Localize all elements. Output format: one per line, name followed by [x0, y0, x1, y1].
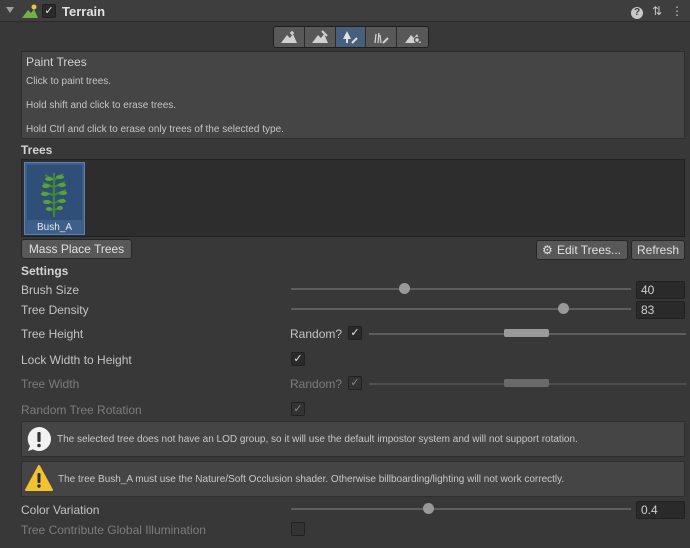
help-line-ctrl: Hold Ctrl and click to erase only trees …	[26, 124, 284, 135]
tree-width-range-handle[interactable]	[504, 379, 549, 387]
presets-icon[interactable]: ⇅	[650, 4, 664, 18]
paint-trees-tool-button[interactable]	[335, 27, 367, 47]
paint-texture-tool-button[interactable]	[304, 27, 336, 47]
tree-density-field[interactable]: 83	[636, 301, 685, 319]
info-icon	[27, 427, 51, 451]
gear-icon: ⚙	[542, 243, 553, 257]
refresh-button[interactable]: Refresh	[631, 240, 685, 260]
tree-height-label: Tree Height	[21, 327, 84, 341]
help-line-click: Click to paint trees.	[26, 76, 112, 87]
contribute-gi-label: Tree Contribute Global Illumination	[21, 523, 206, 537]
tree-prototype-grid	[21, 159, 685, 237]
paint-details-tool-button[interactable]	[366, 27, 398, 47]
lod-info-text: The selected tree does not have an LOD g…	[57, 434, 578, 445]
raise-lower-icon	[280, 31, 297, 43]
component-title: Terrain	[62, 4, 106, 19]
color-variation-slider-track[interactable]	[291, 508, 631, 510]
help-line-shift: Hold shift and click to erase trees.	[26, 100, 177, 111]
tree-density-slider-track[interactable]	[291, 308, 631, 310]
component-enabled-checkbox[interactable]: ✓	[42, 4, 56, 18]
color-variation-slider-thumb[interactable]	[423, 503, 434, 514]
tree-width-label: Tree Width	[21, 377, 80, 391]
color-variation-label: Color Variation	[21, 503, 100, 517]
settings-section-label: Settings	[21, 264, 69, 278]
tree-prototype-name: Bush_A	[36, 222, 73, 233]
contribute-gi-checkbox[interactable]	[291, 522, 305, 536]
tree-preview-thumbnail	[27, 165, 82, 220]
brush-size-field[interactable]: 40	[636, 281, 685, 299]
random-rotation-label: Random Tree Rotation	[21, 403, 142, 417]
trees-section-label: Trees	[21, 143, 53, 157]
warning-icon	[25, 465, 53, 491]
foldout-arrow-icon[interactable]	[6, 7, 14, 13]
terrain-settings-tool-button[interactable]	[397, 27, 428, 47]
tree-width-random-checkbox[interactable]: ✓	[348, 376, 362, 390]
terrain-component-icon	[22, 4, 38, 18]
tree-height-range-handle[interactable]	[504, 329, 549, 337]
mass-place-trees-button[interactable]: Mass Place Trees	[21, 239, 132, 259]
tree-density-label: Tree Density	[21, 303, 89, 317]
help-title: Paint Trees	[26, 55, 87, 69]
tree-height-random-label: Random?	[290, 327, 343, 341]
paint-details-icon	[374, 32, 389, 44]
help-icon[interactable]: ?	[630, 4, 644, 19]
edit-trees-label: Edit Trees...	[556, 243, 622, 257]
raise-lower-tool-button[interactable]	[274, 27, 305, 47]
context-menu-icon[interactable]: ⋮	[670, 4, 684, 18]
tree-density-slider-thumb[interactable]	[558, 303, 569, 314]
brush-size-slider-thumb[interactable]	[399, 283, 410, 294]
terrain-settings-icon	[404, 34, 421, 44]
terrain-tool-toolbar	[273, 26, 429, 48]
tree-width-random-label: Random?	[290, 377, 343, 391]
random-rotation-checkbox[interactable]: ✓	[291, 402, 305, 416]
lock-width-label: Lock Width to Height	[21, 353, 132, 367]
edit-trees-button[interactable]: ⚙ Edit Trees...	[536, 240, 628, 260]
color-variation-field[interactable]: 0.4	[636, 501, 685, 519]
shader-warning-text: The tree Bush_A must use the Nature/Soft…	[58, 474, 565, 485]
paint-texture-icon	[311, 30, 328, 43]
brush-size-label: Brush Size	[21, 283, 80, 297]
paint-trees-icon	[343, 31, 359, 44]
tree-height-random-checkbox[interactable]: ✓	[348, 326, 362, 340]
lock-width-checkbox[interactable]: ✓	[291, 352, 305, 366]
brush-size-slider-track[interactable]	[291, 288, 631, 290]
